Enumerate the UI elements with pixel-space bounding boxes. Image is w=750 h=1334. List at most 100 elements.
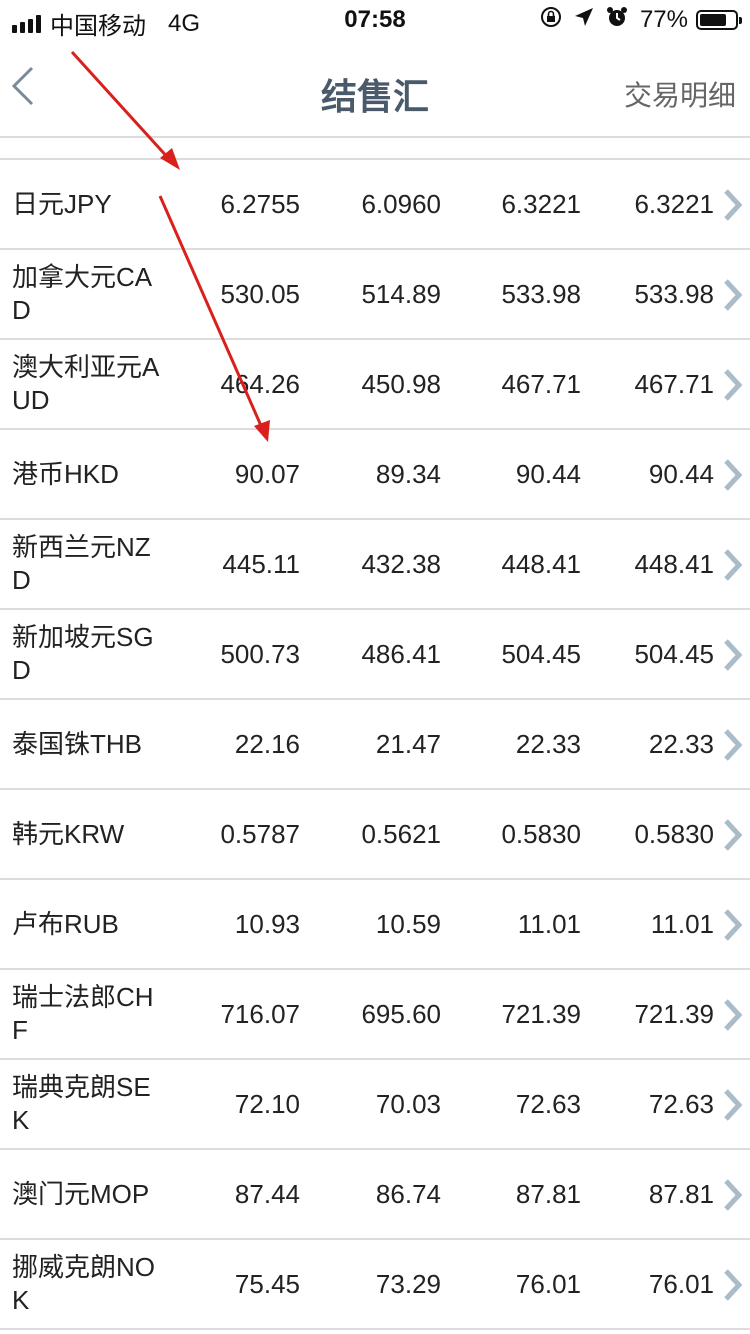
- navigation-bar: 结售汇 交易明细: [0, 40, 750, 138]
- currency-row[interactable]: 加拿大元CAD 530.05 514.89 533.98 533.98: [0, 250, 750, 340]
- rate-value-1: 90.07: [234, 459, 300, 489]
- status-right: 77%: [540, 6, 742, 34]
- rate-value-2: 486.41: [361, 639, 441, 669]
- currency-row[interactable]: 新加坡元SGD 500.73 486.41 504.45 504.45: [0, 610, 750, 700]
- rate-value-2: 73.29: [375, 1269, 441, 1299]
- rate-value-3: 721.39: [501, 999, 581, 1029]
- rate-value-4: 11.01: [650, 909, 714, 939]
- rows-container: 日元JPY 6.2755 6.0960 6.3221 6.3221 加拿大元CAD 530.…: [0, 160, 750, 1330]
- rate-value-1: 22.16: [234, 729, 300, 759]
- chevron-right-icon: [724, 819, 743, 851]
- currency-name: 新加坡元SGD: [12, 622, 154, 685]
- currency-name: 港币HKD: [12, 458, 119, 489]
- currency-name: 卢布RUB: [12, 908, 119, 939]
- rate-value-4: 721.39: [634, 999, 714, 1029]
- currency-name: 新西兰元NZD: [12, 532, 151, 595]
- rate-value-3: 87.81: [515, 1179, 581, 1209]
- currency-name: 瑞典克朗SEK: [12, 1072, 151, 1135]
- battery-icon: [696, 10, 742, 30]
- currency-row[interactable]: 瑞典克朗SEK 72.10 70.03 72.63 72.63: [0, 1060, 750, 1150]
- rate-value-2: 514.89: [361, 279, 441, 309]
- chevron-right-icon: [724, 729, 743, 761]
- rate-value-3: 11.01: [517, 909, 581, 939]
- rate-value-2: 0.5621: [361, 819, 441, 849]
- rate-value-3: 533.98: [501, 279, 581, 309]
- currency-name: 日元JPY: [12, 188, 112, 219]
- rate-value-1: 72.10: [234, 1089, 300, 1119]
- currency-row[interactable]: 港币HKD 90.07 89.34 90.44 90.44: [0, 430, 750, 520]
- rate-value-3: 0.5830: [501, 819, 581, 849]
- rate-value-3: 467.71: [501, 369, 581, 399]
- rate-value-2: 450.98: [361, 369, 441, 399]
- rate-value-4: 0.5830: [634, 819, 714, 849]
- rate-value-4: 533.98: [634, 279, 714, 309]
- rate-value-2: 89.34: [375, 459, 441, 489]
- rate-value-4: 90.44: [648, 459, 714, 489]
- rate-value-4: 87.81: [648, 1179, 714, 1209]
- rate-value-1: 530.05: [220, 279, 300, 309]
- rate-value-1: 0.5787: [220, 819, 300, 849]
- rate-value-3: 90.44: [515, 459, 581, 489]
- rate-value-2: 695.60: [361, 999, 441, 1029]
- rate-value-3: 22.33: [515, 729, 581, 759]
- rate-value-1: 75.45: [234, 1269, 300, 1299]
- rate-value-3: 6.3221: [501, 189, 581, 219]
- list-top-spacer: [0, 138, 750, 160]
- rate-value-1: 6.2755: [220, 189, 300, 219]
- currency-row[interactable]: 新西兰元NZD 445.11 432.38 448.41 448.41: [0, 520, 750, 610]
- rate-value-1: 716.07: [220, 999, 300, 1029]
- currency-name: 加拿大元CAD: [12, 262, 153, 325]
- rate-value-4: 76.01: [648, 1269, 714, 1299]
- transaction-details-link[interactable]: 交易明细: [624, 74, 736, 114]
- chevron-right-icon: [724, 279, 743, 311]
- currency-name: 瑞士法郎CHF: [12, 982, 154, 1045]
- chevron-right-icon: [724, 909, 743, 941]
- rate-value-4: 448.41: [634, 549, 714, 579]
- currency-name: 澳门元MOP: [12, 1178, 150, 1209]
- rate-value-4: 6.3221: [634, 189, 714, 219]
- currency-row[interactable]: 澳门元MOP 87.44 86.74 87.81 87.81: [0, 1150, 750, 1240]
- currency-name: 澳大利亚元AUD: [12, 352, 160, 415]
- rate-value-2: 70.03: [375, 1089, 441, 1119]
- rate-value-1: 87.44: [234, 1179, 300, 1209]
- rate-value-2: 86.74: [375, 1179, 441, 1209]
- rate-value-2: 10.59: [375, 909, 441, 939]
- rate-value-4: 504.45: [634, 639, 714, 669]
- currency-row[interactable]: 瑞士法郎CHF 716.07 695.60 721.39 721.39: [0, 970, 750, 1060]
- rate-value-1: 464.26: [220, 369, 300, 399]
- currency-name: 泰国铢THB: [12, 728, 143, 759]
- chevron-right-icon: [724, 459, 743, 491]
- rotation-lock-icon: [540, 6, 562, 34]
- rate-value-3: 76.01: [515, 1269, 581, 1299]
- rate-value-3: 504.45: [501, 639, 581, 669]
- location-arrow-icon: [574, 7, 594, 33]
- status-bar: 中国移动 4G 07:58 77%: [0, 0, 750, 40]
- chevron-right-icon: [724, 549, 743, 581]
- battery-percent: 77%: [639, 6, 688, 33]
- alarm-icon: [606, 6, 628, 34]
- chevron-right-icon: [724, 189, 743, 221]
- rate-value-2: 21.47: [375, 729, 441, 759]
- currency-row[interactable]: 卢布RUB 10.93 10.59 11.01 11.01: [0, 880, 750, 970]
- chevron-right-icon: [724, 1089, 743, 1121]
- currency-name: 韩元KRW: [12, 818, 125, 849]
- back-button[interactable]: [10, 66, 50, 106]
- rate-value-1: 445.11: [222, 549, 300, 579]
- currency-row[interactable]: 韩元KRW 0.5787 0.5621 0.5830 0.5830: [0, 790, 750, 880]
- chevron-right-icon: [724, 1269, 743, 1301]
- chevron-left-icon: [11, 66, 34, 106]
- chevron-right-icon: [724, 999, 743, 1031]
- currency-row[interactable]: 日元JPY 6.2755 6.0960 6.3221 6.3221: [0, 160, 750, 250]
- currency-row[interactable]: 挪威克朗NOK 75.45 73.29 76.01 76.01: [0, 1240, 750, 1330]
- currency-row[interactable]: 泰国铢THB 22.16 21.47 22.33 22.33: [0, 700, 750, 790]
- rate-value-4: 467.71: [634, 369, 714, 399]
- battery-level: [700, 14, 726, 26]
- currency-row[interactable]: 澳大利亚元AUD 464.26 450.98 467.71 467.71: [0, 340, 750, 430]
- rate-value-2: 432.38: [361, 549, 441, 579]
- chevron-right-icon: [724, 1179, 743, 1211]
- exchange-rate-list: 日元JPY 6.2755 6.0960 6.3221 6.3221 加拿大元CAD 530.…: [0, 138, 750, 1330]
- rate-value-1: 500.73: [220, 639, 300, 669]
- rate-value-3: 448.41: [501, 549, 581, 579]
- rate-value-4: 72.63: [648, 1089, 714, 1119]
- chevron-right-icon: [724, 639, 743, 671]
